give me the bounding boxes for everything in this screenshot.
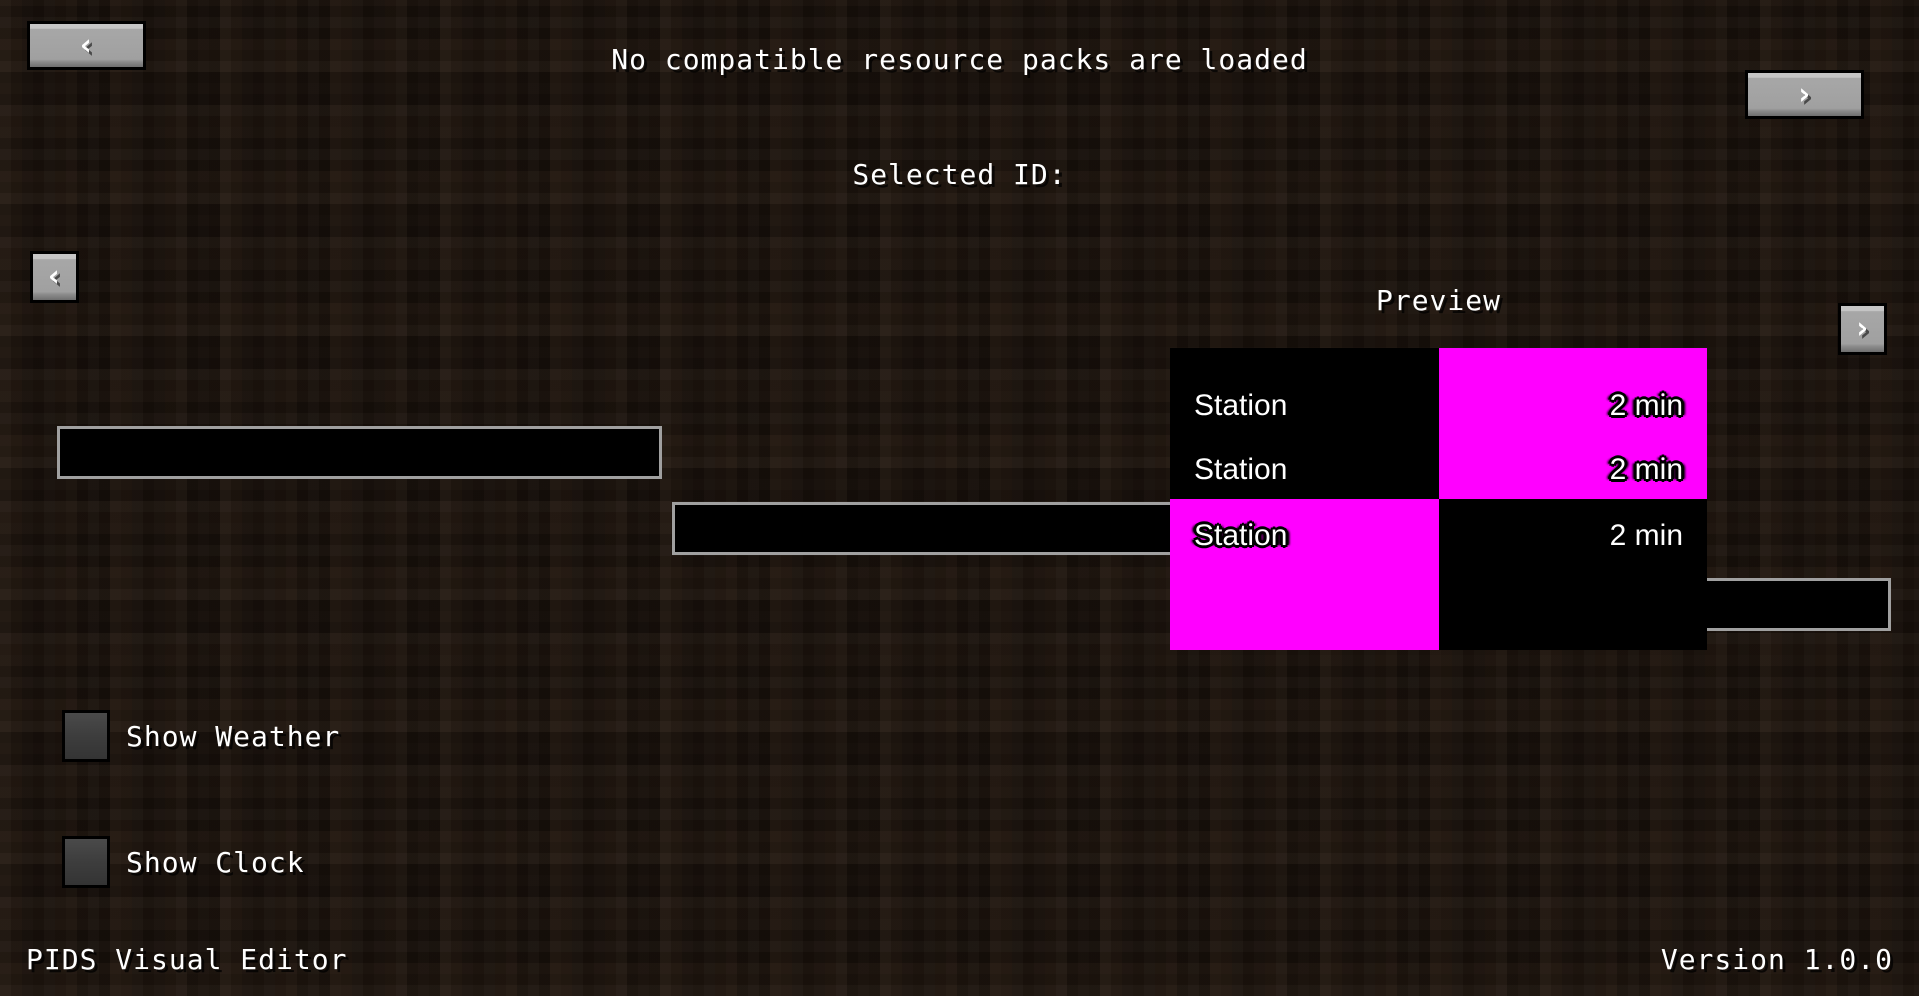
checkbox-show-clock[interactable]: ✔ Show Clock <box>62 836 1919 888</box>
checkbox-show-weather[interactable]: ✔ Show Weather <box>62 710 1919 762</box>
chevron-left-icon: ‹ <box>44 259 65 294</box>
version-text: Version 1.0.0 <box>1660 943 1893 976</box>
pids-visual-editor-screen: ‹ No compatible resource packs are loade… <box>0 0 1919 996</box>
checkbox-box[interactable]: ✔ <box>62 836 110 888</box>
next-id-button[interactable]: › <box>1838 303 1887 355</box>
checkbox-box[interactable]: ✔ <box>62 710 110 762</box>
checkbox-label: Show Weather <box>126 719 341 753</box>
resource-pack-status-text: No compatible resource packs are loaded <box>611 43 1308 76</box>
text-field-row-1[interactable] <box>57 426 662 479</box>
preview-title: Preview <box>1375 284 1501 317</box>
app-title: PIDS Visual Editor <box>26 943 348 976</box>
chevron-right-icon: › <box>1852 311 1873 346</box>
preview-quadrant-bottom-left <box>1170 499 1439 650</box>
next-resource-pack-button[interactable]: › <box>1745 70 1864 119</box>
preview-quadrant-top-left <box>1170 348 1439 499</box>
preview-quadrant-top-right <box>1438 348 1707 499</box>
preview-panel: Station 2 min Station 2 min Station 2 mi… <box>1170 348 1707 650</box>
chevron-right-icon: › <box>1794 76 1815 112</box>
selected-id-label: Selected ID: <box>852 158 1067 191</box>
prev-id-button[interactable]: ‹ <box>30 251 79 303</box>
preview-quadrant-bottom-right <box>1438 499 1707 650</box>
checkbox-label: Show Clock <box>126 845 305 879</box>
